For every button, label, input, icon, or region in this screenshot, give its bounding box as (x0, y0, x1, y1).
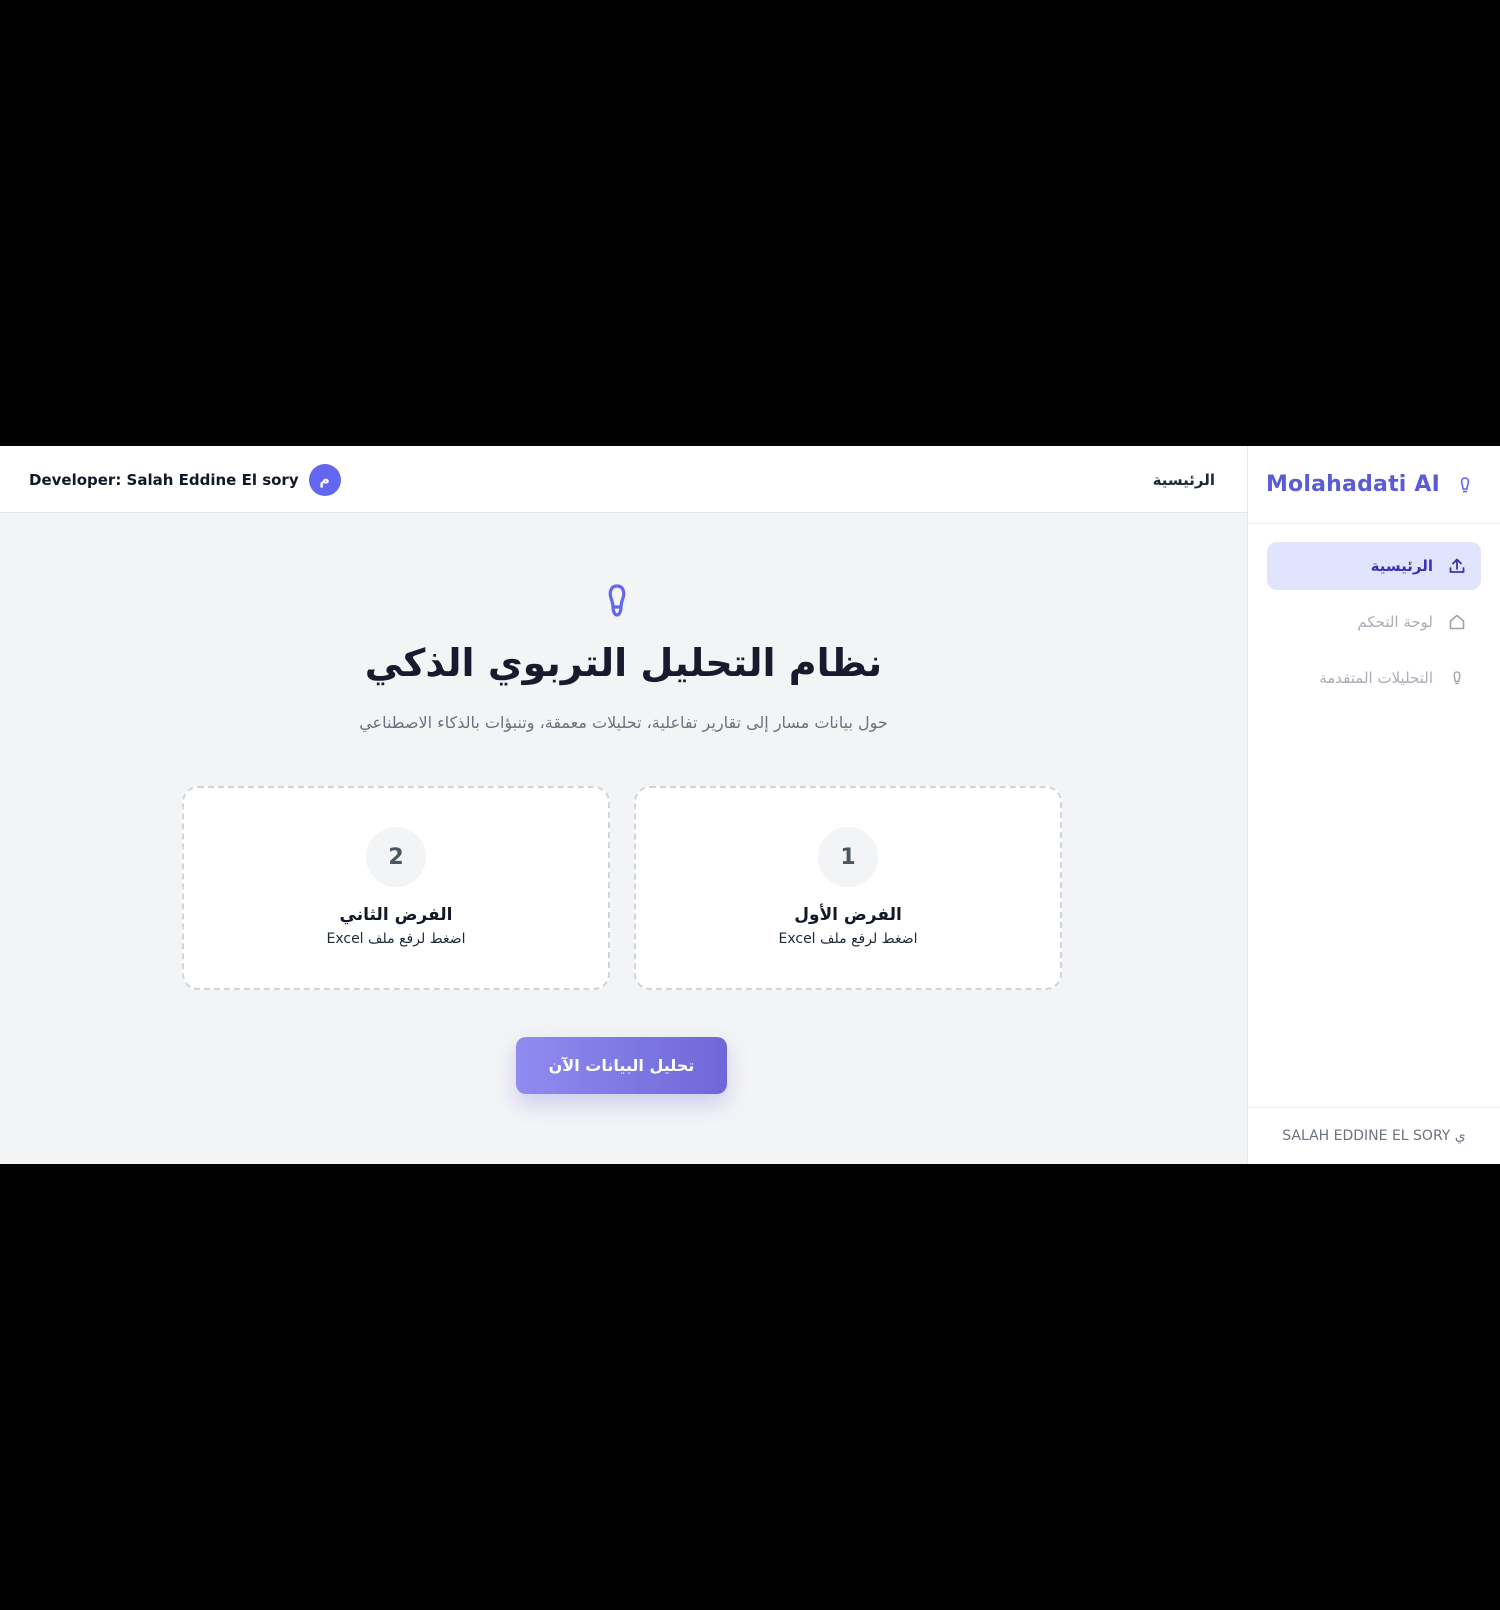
main-content: نظام التحليل التربوي الذكي حول بيانات مس… (0, 513, 1247, 1164)
sidebar-item-home[interactable]: الرئيسية (1267, 542, 1481, 590)
sidebar-item-dashboard[interactable]: لوحة التحكم (1267, 598, 1481, 646)
brand-name: Molahadati AI (1265, 472, 1440, 497)
card-number-badge: 1 (818, 827, 878, 887)
card-title: الفرض الأول (794, 905, 902, 925)
sidebar-footer: SALAH EDDINE EL SORY ي (1248, 1107, 1500, 1164)
card-number-badge: 2 (366, 827, 426, 887)
developer-label: Developer: Salah Eddine El sory (29, 470, 299, 489)
hero-subtitle: حول بيانات مسار إلى تقارير تفاعلية، تحلي… (359, 713, 888, 732)
sidebar: Molahadati AI الرئيسية لوحة التحكم التحل… (1247, 446, 1500, 1164)
page-title: الرئيسية (1152, 470, 1215, 489)
bulb-outline-icon (608, 584, 626, 617)
sidebar-item-label: التحليلات المتقدمة (1319, 669, 1433, 687)
user-info: Developer: Salah Eddine El sory م (29, 446, 341, 513)
bulb-outline-icon (1447, 668, 1467, 688)
top-header: الرئيسية Developer: Salah Eddine El sory… (0, 446, 1247, 513)
card-title: الفرض الثاني (339, 905, 453, 925)
sidebar-item-label: الرئيسية (1370, 557, 1433, 575)
bulb-outline-icon (1460, 476, 1470, 492)
brand: Molahadati AI (1248, 446, 1500, 524)
hero-title: نظام التحليل التربوي الذكي (364, 641, 883, 685)
card-hint: اضغط لرفع ملف Excel (778, 931, 918, 947)
sidebar-item-label: لوحة التحكم (1357, 613, 1433, 631)
app-window: Molahadati AI الرئيسية لوحة التحكم التحل… (0, 446, 1500, 1164)
avatar[interactable]: م (308, 463, 341, 496)
sidebar-item-advanced-analytics[interactable]: التحليلات المتقدمة (1267, 654, 1481, 702)
home-icon (1447, 612, 1467, 632)
upload-card-first-test[interactable]: 1 الفرض الأول اضغط لرفع ملف Excel (634, 786, 1062, 990)
analyze-data-button[interactable]: تحليل البيانات الآن (516, 1037, 727, 1094)
sidebar-nav: الرئيسية لوحة التحكم التحليلات المتقدمة (1248, 524, 1500, 702)
upload-icon (1447, 556, 1467, 576)
card-hint: اضغط لرفع ملف Excel (326, 931, 466, 947)
upload-card-second-test[interactable]: 2 الفرض الثاني اضغط لرفع ملف Excel (182, 786, 610, 990)
